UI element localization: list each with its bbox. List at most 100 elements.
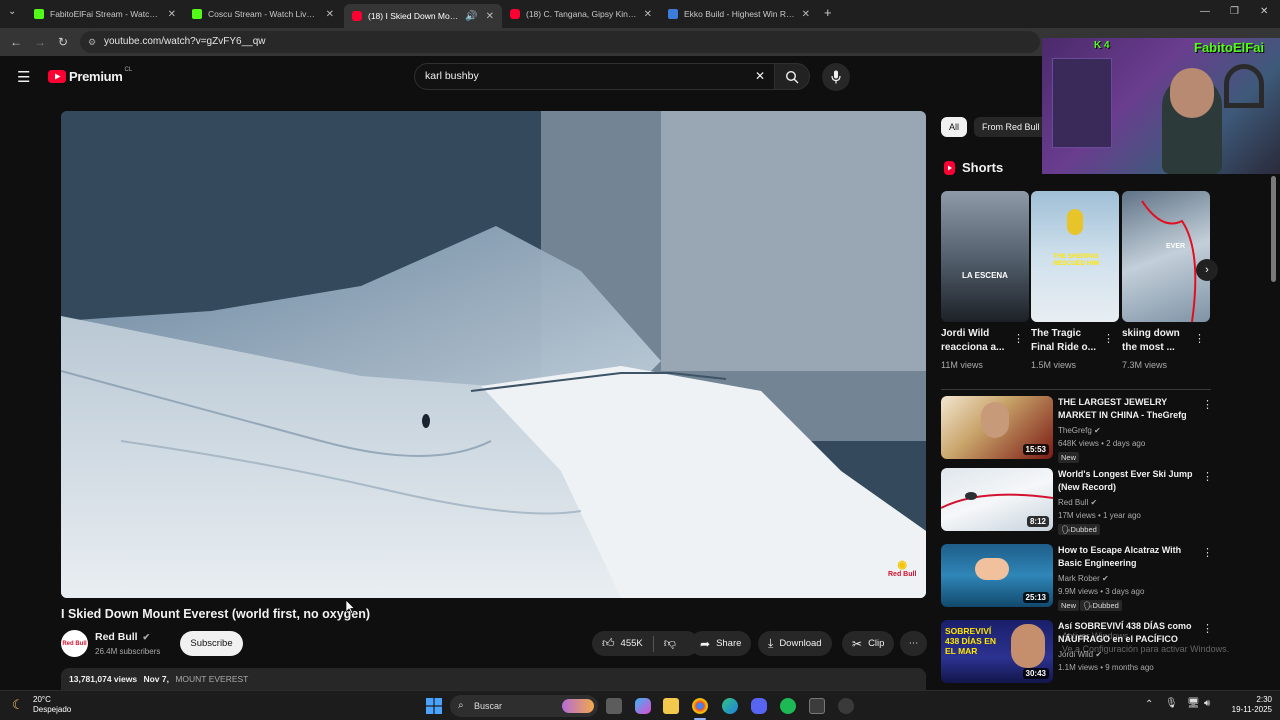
site-info-icon[interactable]: ⚙ — [88, 31, 96, 53]
description-box[interactable]: 13,781,074 views Nov 7, MOUNT EVEREST — [61, 668, 926, 690]
clock[interactable]: 2:30 19-11-2025 — [1224, 695, 1272, 715]
video-thumbnail[interactable]: 15:53 — [941, 396, 1053, 459]
short-title[interactable]: Jordi Wild reacciona a... — [941, 327, 1011, 355]
weather-widget[interactable]: 20°C Despejado — [33, 695, 71, 715]
discord-icon[interactable] — [751, 698, 767, 714]
shorts-next-chevron-icon[interactable]: › — [1196, 259, 1218, 281]
subscribe-button[interactable]: Subscribe — [180, 631, 243, 656]
close-tab-icon[interactable]: ✕ — [168, 9, 176, 20]
video-thumbnail[interactable]: 25:13 — [941, 544, 1053, 607]
more-actions-button[interactable]: ⋯ — [900, 631, 927, 656]
reload-icon[interactable]: ↻ — [58, 35, 68, 49]
short-thumbnail[interactable]: EVER — [1122, 191, 1210, 322]
download-button[interactable]: ⤓ Download — [758, 631, 832, 656]
page-scrollbar-thumb[interactable] — [1271, 176, 1276, 282]
more-vertical-icon[interactable]: ⋮ — [1202, 398, 1213, 411]
rec-meta: 648K views • 2 days ago — [1058, 439, 1146, 448]
browser-tab-ekko[interactable]: Ekko Build - Highest Win Rate E ✕ — [660, 4, 818, 24]
microphone-icon[interactable]: 🎙︎ — [1165, 698, 1178, 709]
hamburger-menu-icon[interactable]: ☰ — [17, 68, 30, 86]
search-input[interactable]: karl bushby ✕ — [414, 63, 776, 90]
rec-title[interactable]: World's Longest Ever Ski Jump (New Recor… — [1058, 468, 1198, 494]
recommended-video[interactable]: 25:13 How to Escape Alcatraz With Basic … — [941, 544, 1213, 611]
address-bar[interactable]: ⚙ youtube.com/watch?v=gZvFY6__qw — [80, 31, 1040, 53]
verified-check-icon: ✔ — [1102, 574, 1109, 583]
taskbar-search-box[interactable]: ⌕ Buscar — [450, 695, 598, 717]
speaker-icon[interactable]: 🔊 — [465, 11, 477, 22]
voice-search-button[interactable] — [822, 63, 850, 91]
divider — [652, 635, 654, 652]
weather-moon-icon[interactable]: ☾ — [12, 697, 24, 713]
shorts-logo-icon — [944, 161, 955, 180]
windows-taskbar: ☾ 20°C Despejado ⌕ Buscar ⌃ 🎙︎ 🖥︎ 🔊︎ 2:3… — [0, 690, 1280, 720]
app-icon[interactable] — [838, 698, 854, 714]
short-views: 7.3M views — [1122, 360, 1168, 370]
browser-tab-coscu[interactable]: Coscu Stream - Watch Live on K ✕ — [184, 4, 342, 24]
channel-avatar[interactable]: Red Bull — [61, 630, 88, 657]
rec-channel[interactable]: Red Bull ✔ — [1058, 498, 1097, 507]
clip-button[interactable]: ✂ Clip — [842, 631, 895, 656]
forward-arrow-icon[interactable]: → — [34, 35, 46, 49]
search-button[interactable] — [774, 63, 810, 90]
spotify-icon[interactable] — [780, 698, 796, 714]
close-window-icon[interactable]: ✕ — [1260, 6, 1268, 17]
mobalytics-icon — [668, 9, 678, 19]
chrome-icon[interactable] — [692, 698, 708, 714]
thumbs-down-icon[interactable]: 👎︎ — [664, 636, 676, 651]
clear-search-icon[interactable]: ✕ — [755, 64, 765, 89]
rec-channel[interactable]: TheGrefg ✔ — [1058, 426, 1101, 435]
recommended-video[interactable]: 15:53 THE LARGEST JEWELRY MARKET IN CHIN… — [941, 396, 1213, 463]
short-thumbnail[interactable]: LA ESCENA — [941, 191, 1029, 322]
video-tag[interactable]: MOUNT EVEREST — [175, 674, 248, 684]
streamer-face — [1170, 68, 1214, 118]
new-tab-plus-icon[interactable]: + — [824, 5, 832, 20]
short-thumbnail[interactable]: THE SHERPAS RESCUED HIM — [1031, 191, 1119, 322]
rec-meta: 9.9M views • 3 days ago — [1058, 587, 1145, 596]
youtube-premium-logo[interactable]: Premium CL — [48, 67, 132, 84]
share-button[interactable]: ➦ Share — [690, 631, 752, 656]
browser-tab-youtube-everest[interactable]: (18) I Skied Down Mount Ev 🔊 ✕ — [344, 4, 502, 28]
copilot-icon[interactable] — [635, 698, 651, 714]
close-tab-icon[interactable]: ✕ — [326, 9, 334, 20]
task-view-icon[interactable] — [606, 698, 622, 714]
close-tab-icon[interactable]: ✕ — [802, 9, 810, 20]
more-vertical-icon[interactable]: ⋮ — [1202, 470, 1213, 483]
more-vertical-icon[interactable]: ⋮ — [1202, 546, 1213, 559]
video-player[interactable]: ◉ Red Bull — [61, 111, 926, 598]
more-vertical-icon[interactable]: ⋮ — [1013, 332, 1024, 345]
like-count[interactable]: 455K — [621, 638, 643, 649]
rec-title[interactable]: How to Escape Alcatraz With Basic Engine… — [1058, 544, 1198, 570]
back-arrow-icon[interactable]: ← — [10, 35, 22, 49]
windows-start-icon[interactable] — [426, 698, 442, 714]
close-tab-icon[interactable]: ✕ — [486, 11, 494, 22]
file-explorer-icon[interactable] — [663, 698, 679, 714]
chip-all[interactable]: All — [941, 117, 968, 137]
channel-name[interactable]: Red Bull ✔ — [95, 631, 150, 643]
recommended-video[interactable]: 8:12 World's Longest Ever Ski Jump (New … — [941, 468, 1213, 535]
short-title[interactable]: The Tragic Final Ride o... — [1031, 327, 1101, 355]
calculator-icon[interactable] — [809, 698, 825, 714]
chip-from-red-bull[interactable]: From Red Bull — [974, 117, 1048, 137]
more-vertical-icon[interactable]: ⋮ — [1103, 332, 1114, 345]
browser-tab-tangana[interactable]: (18) C. Tangana, Gipsy Kings, N ✕ — [502, 4, 660, 24]
video-thumbnail[interactable]: SOBREVIVÍ 438 DÍAS EN EL MAR 30:43 — [941, 620, 1053, 683]
edge-icon[interactable] — [722, 698, 738, 714]
tab-search-chevron-icon[interactable]: ⌄ — [8, 6, 16, 17]
thumbs-up-icon[interactable]: 👍︎ — [602, 636, 615, 651]
volume-icon[interactable]: 🔊︎ — [1204, 698, 1210, 709]
microphone-icon — [831, 70, 841, 84]
minimize-icon[interactable]: — — [1200, 6, 1210, 17]
search-query: karl bushby — [425, 70, 479, 82]
video-title: I Skied Down Mount Everest (world first,… — [61, 607, 371, 621]
short-title[interactable]: skiing down the most ... — [1122, 327, 1192, 355]
chevron-up-icon[interactable]: ⌃ — [1145, 699, 1153, 710]
swimmer-figure — [975, 558, 1009, 580]
rec-title[interactable]: THE LARGEST JEWELRY MARKET IN CHINA - Th… — [1058, 396, 1198, 422]
rec-channel[interactable]: Mark Rober ✔ — [1058, 574, 1109, 583]
browser-tab-fabito[interactable]: FabitoElFai Stream - Watch Live ✕ — [26, 4, 184, 24]
video-thumbnail[interactable]: 8:12 — [941, 468, 1053, 531]
close-tab-icon[interactable]: ✕ — [644, 9, 652, 20]
maximize-icon[interactable]: ❐ — [1230, 6, 1239, 17]
network-icon[interactable]: 🖥︎ — [1187, 698, 1200, 709]
more-vertical-icon[interactable]: ⋮ — [1194, 332, 1205, 345]
